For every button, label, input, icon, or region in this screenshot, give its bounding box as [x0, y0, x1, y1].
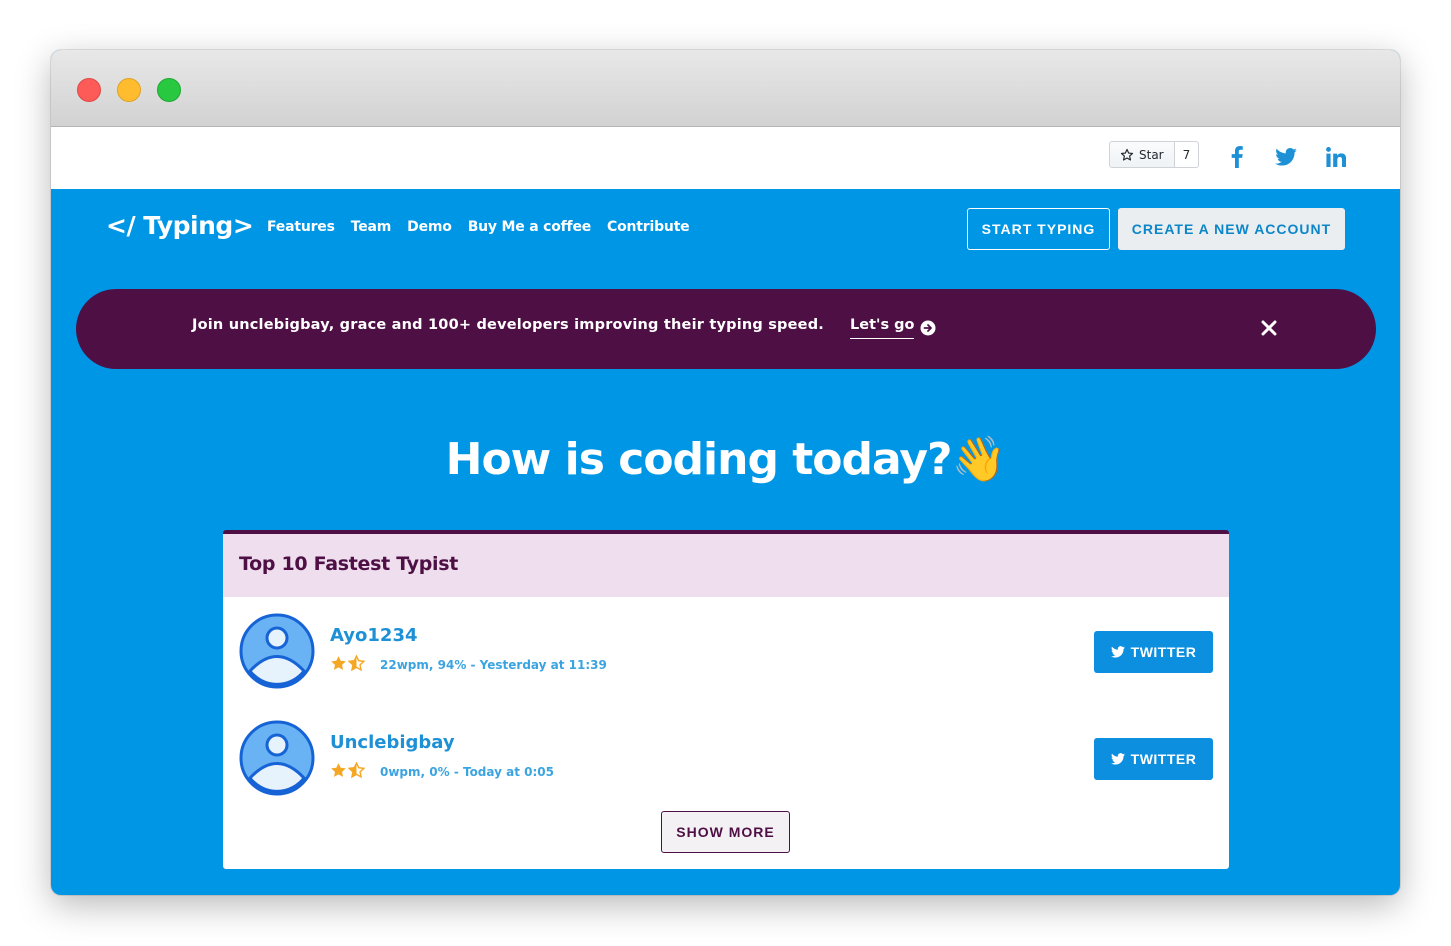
star-half-icon	[348, 655, 365, 672]
create-account-button[interactable]: CREATE A NEW ACCOUNT	[1118, 208, 1345, 250]
avatar	[239, 720, 315, 796]
arrow-right-circle-icon	[920, 320, 936, 336]
nav-link-demo[interactable]: Demo	[407, 219, 452, 235]
username[interactable]: Ayo1234	[330, 625, 418, 646]
list-item: Ayo1234 22wpm, 94% - Yesterday at 11:39 …	[239, 613, 1213, 693]
maximize-window-button[interactable]	[157, 78, 181, 102]
join-banner: Join unclebigbay, grace and 100+ develop…	[76, 289, 1376, 369]
twitter-share-button[interactable]: TWITTER	[1094, 631, 1213, 673]
star-full-icon	[331, 656, 346, 670]
github-star-label: Star	[1139, 147, 1164, 162]
lets-go-link[interactable]: Let's go	[850, 317, 936, 339]
avatar	[239, 613, 315, 689]
hero-title-text: How is coding today?	[445, 434, 953, 485]
nav-links: Features Team Demo Buy Me a coffee Contr…	[267, 219, 690, 235]
list-item: Unclebigbay 0wpm, 0% - Today at 0:05 TWI…	[239, 720, 1213, 800]
nav-link-team[interactable]: Team	[351, 219, 392, 235]
start-typing-button[interactable]: START TYPING	[967, 208, 1110, 250]
twitter-icon	[1110, 753, 1125, 765]
leaderboard-card: Top 10 Fastest Typist Ayo1234 22wpm, 94%…	[223, 530, 1229, 869]
site-logo[interactable]: </ Typing>	[106, 211, 254, 240]
nav-link-contribute[interactable]: Contribute	[607, 219, 690, 235]
nav-link-buy-me-a-coffee[interactable]: Buy Me a coffee	[468, 219, 592, 235]
show-more-button[interactable]: SHOW MORE	[661, 811, 790, 853]
typing-stats: 22wpm, 94% - Yesterday at 11:39	[380, 658, 607, 672]
typing-stats: 0wpm, 0% - Today at 0:05	[380, 765, 554, 779]
minimize-window-button[interactable]	[117, 78, 141, 102]
twitter-share-button[interactable]: TWITTER	[1094, 738, 1213, 780]
waving-hand-icon: 👋	[951, 434, 1007, 485]
browser-window: Star 7 </ Typing> Features Team Demo Buy…	[51, 50, 1400, 895]
hero-title: How is coding today?👋	[51, 433, 1400, 485]
facebook-icon[interactable]	[1224, 144, 1250, 170]
window-titlebar	[51, 50, 1400, 127]
leaderboard-title: Top 10 Fastest Typist	[223, 534, 1229, 597]
twitter-icon[interactable]	[1273, 144, 1299, 170]
github-star-count[interactable]: 7	[1174, 141, 1200, 168]
linkedin-icon[interactable]	[1323, 144, 1349, 170]
close-window-button[interactable]	[77, 78, 101, 102]
github-star-button[interactable]: Star	[1109, 141, 1175, 168]
banner-text: Join unclebigbay, grace and 100+ develop…	[192, 317, 824, 333]
star-full-icon	[331, 763, 346, 777]
star-outline-icon	[1120, 148, 1134, 161]
top-bar: Star 7	[51, 127, 1400, 189]
star-rating	[330, 655, 365, 672]
star-half-icon	[348, 762, 365, 779]
star-rating	[330, 762, 365, 779]
github-star-widget[interactable]: Star 7	[1109, 141, 1200, 168]
twitter-button-label: TWITTER	[1130, 751, 1197, 767]
twitter-icon	[1110, 646, 1125, 658]
main-navbar: </ Typing> Features Team Demo Buy Me a c…	[51, 189, 1400, 269]
username[interactable]: Unclebigbay	[330, 732, 455, 753]
nav-link-features[interactable]: Features	[267, 219, 335, 235]
close-icon[interactable]	[1259, 318, 1279, 338]
twitter-button-label: TWITTER	[1130, 644, 1197, 660]
lets-go-label: Let's go	[850, 317, 915, 339]
